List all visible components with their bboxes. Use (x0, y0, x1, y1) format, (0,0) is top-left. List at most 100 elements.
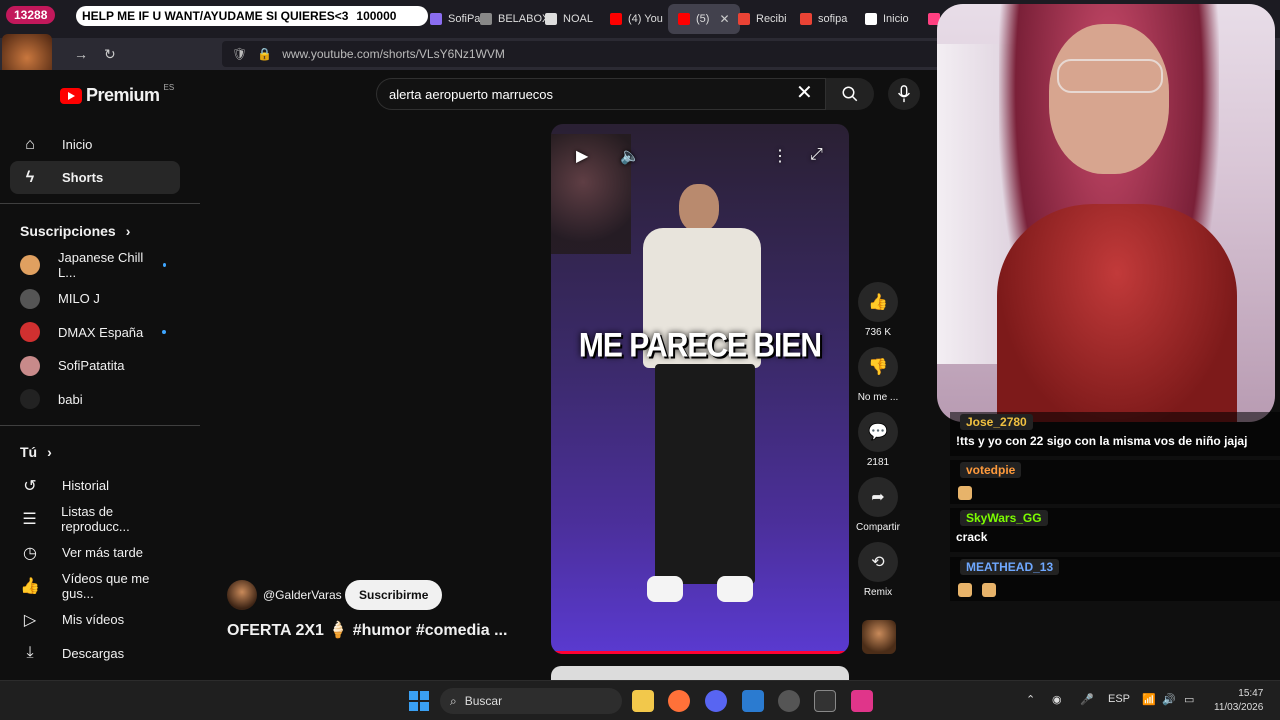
subscriptions-title: Suscripciones (20, 223, 116, 239)
subscription-item[interactable]: SofiPatatita (20, 351, 180, 381)
subscriptions-header[interactable]: Suscripciones › (20, 223, 130, 239)
subscription-label: MILO J (58, 291, 100, 306)
you-title: Tú (20, 444, 38, 460)
like-button[interactable]: 👍 (858, 282, 898, 322)
share-button[interactable]: ➦ (858, 477, 898, 517)
volume-icon[interactable]: 🔊 (1162, 693, 1176, 706)
forward-icon[interactable]: → (74, 46, 88, 62)
chevron-right-icon: › (47, 444, 52, 460)
more-options-icon[interactable]: ⋮ (772, 146, 788, 166)
subscription-item[interactable]: babi (20, 384, 180, 414)
app-icon[interactable] (851, 690, 873, 712)
wifi-icon[interactable]: 📶 (1142, 693, 1156, 706)
sidebar-item-label: Shorts (62, 170, 104, 185)
photos-icon[interactable] (742, 690, 764, 712)
tab-label: Inicio (883, 13, 909, 25)
subscription-label: Japanese Chill L... (58, 250, 144, 280)
chat-username[interactable]: SkyWars_GG (960, 510, 1048, 526)
subscribe-button[interactable]: Suscribirme (345, 580, 443, 610)
sidebar-item-label: Mis vídeos (62, 612, 125, 627)
channel-avatar (20, 255, 40, 275)
sidebar-item-you[interactable]: ☰ Listas de reproducc... (10, 503, 180, 536)
browser-tab[interactable]: (4) You (600, 4, 673, 34)
tab-favicon (480, 13, 492, 25)
taskbar-clock[interactable]: 15:47 11/03/2026 (1214, 687, 1263, 715)
play-icon[interactable]: ▶ (576, 146, 588, 166)
language-indicator[interactable]: ESP (1108, 693, 1130, 705)
sidebar-item-you[interactable]: ▷ Mis vídeos (10, 603, 180, 636)
subscription-item[interactable]: DMAX España (20, 317, 180, 347)
browser-tab[interactable]: Inicio (855, 4, 919, 34)
channel-avatar[interactable] (227, 580, 257, 610)
share-label: Compartir (856, 522, 900, 533)
discord-tray-icon[interactable]: ◉ (1052, 693, 1062, 706)
sidebar-item-you[interactable]: ◷ Ver más tarde (10, 536, 180, 569)
url-bar[interactable]: 🛡 🔒 www.youtube.com/shorts/VLsY6Nz1WVM (222, 41, 942, 67)
sidebar-item-inicio[interactable]: ⌂ Inicio (10, 128, 180, 161)
sidebar-item-you[interactable]: ↺ Historial (10, 469, 180, 502)
browser-tab[interactable]: Recibi (728, 4, 797, 34)
reload-icon[interactable]: ↻ (104, 46, 116, 63)
chevron-right-icon: › (125, 223, 131, 239)
firefox-icon[interactable] (668, 690, 690, 712)
channel-avatar (20, 288, 40, 309)
chat-username[interactable]: MEATHEAD_13 (960, 559, 1060, 575)
fullscreen-icon[interactable]: ⤢ (810, 146, 823, 164)
remix-label: Remix (863, 587, 893, 598)
remix-button[interactable]: ⟲ (858, 542, 898, 582)
share-icon: ➦ (871, 489, 885, 506)
comment-count: 2181 (866, 457, 890, 468)
browser-tab[interactable]: sofipa (790, 4, 857, 34)
video-progress-bar[interactable] (551, 651, 849, 654)
channel-thumbnail[interactable] (862, 620, 896, 654)
stream-chat: Jose_2780 !tts y yo con 22 sigo con la mi… (950, 412, 1280, 602)
start-button[interactable] (409, 691, 429, 711)
tab-favicon (430, 13, 442, 25)
volume-icon[interactable]: 🔈 (620, 146, 640, 166)
subscription-item[interactable]: MILO J (20, 284, 180, 314)
shield-icon: 🛡 (232, 47, 248, 61)
video-title[interactable]: OFERTA 2X1 🍦 #humor #comedia ... (227, 620, 507, 640)
channel-name[interactable]: @GalderVaras (263, 588, 342, 602)
channel-avatar (20, 355, 40, 376)
voice-search-button[interactable] (888, 78, 920, 110)
youtube-logo[interactable]: Premium ES (60, 83, 174, 106)
sidebar-item-shorts[interactable]: ϟ Shorts (10, 161, 180, 194)
chat-message: MEATHEAD_13 (950, 557, 1280, 601)
chevron-up-icon[interactable]: ⌃ (1026, 693, 1035, 706)
browser-tab[interactable]: NOAL (535, 4, 603, 34)
comments-button[interactable]: 💬 (858, 412, 898, 452)
new-content-dot (162, 330, 166, 334)
terminal-icon[interactable] (814, 690, 836, 712)
chat-message: votedpie (950, 460, 1280, 504)
you-header[interactable]: Tú › (20, 444, 52, 460)
chat-username[interactable]: Jose_2780 (960, 414, 1033, 430)
battery-icon[interactable]: ▭ (1184, 693, 1194, 706)
obs-icon[interactable] (778, 690, 800, 712)
tab-label: NOAL (563, 13, 593, 25)
chat-text: crack (956, 530, 988, 544)
search-icon: ⌕ (450, 693, 457, 708)
search-icon (842, 86, 858, 102)
search-button[interactable] (826, 78, 874, 110)
channel-avatar (20, 322, 40, 342)
subscription-item[interactable]: Japanese Chill L... (20, 250, 180, 280)
sidebar-item-you[interactable]: ⤓ Descargas (10, 637, 180, 670)
microphone-icon[interactable]: 🎤 (1080, 693, 1094, 706)
search-input[interactable]: alerta aeropuerto marruecos (376, 78, 826, 110)
clear-search-icon[interactable]: ✕ (796, 80, 813, 105)
discord-icon[interactable] (705, 690, 727, 712)
download-icon: ⤓ (26, 644, 34, 661)
stream-banner: HELP ME IF U WANT/AYUDAME SI QUIERES<3 1… (76, 6, 428, 26)
like-count: 736 K (864, 327, 892, 338)
short-video-player[interactable]: ME PARECE BIEN (551, 124, 849, 654)
clock-icon: ◷ (23, 544, 37, 562)
file-explorer-icon[interactable] (632, 690, 654, 712)
chat-username[interactable]: votedpie (960, 462, 1022, 478)
dislike-button[interactable]: 👎 (858, 347, 898, 387)
taskbar-search[interactable]: ⌕ Buscar (440, 688, 622, 714)
sidebar-item-label: Vídeos que me gus... (61, 571, 150, 601)
sub-count-badge: 13288 (6, 6, 56, 24)
youtube-play-icon (60, 87, 82, 104)
sidebar-item-you[interactable]: 👍 Vídeos que me gus... (10, 570, 180, 603)
